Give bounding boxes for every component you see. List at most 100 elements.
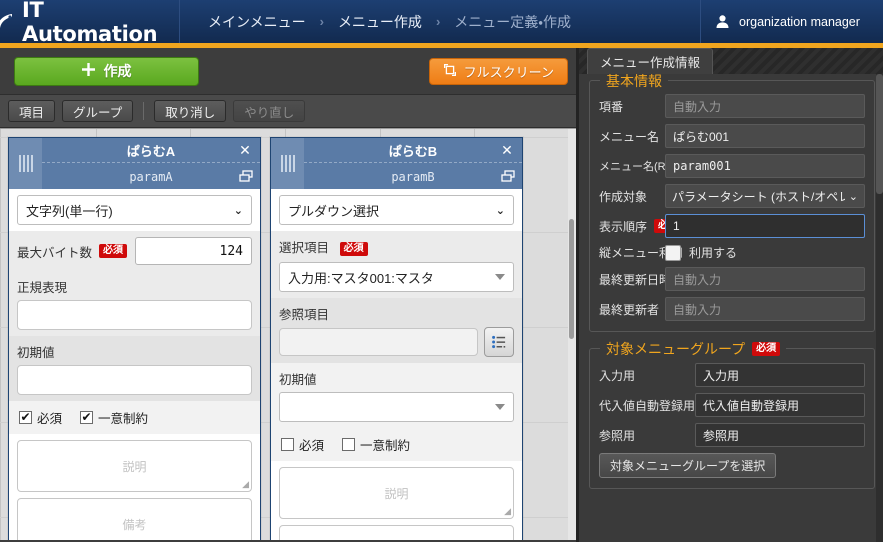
fullscreen-button[interactable]: フルスクリーン: [429, 58, 568, 85]
basic-info-legend: 基本情報: [600, 74, 668, 91]
chevron-right-icon: ›: [436, 14, 440, 29]
choice-select-row: 入力用:マスタ001:マスタ: [271, 259, 522, 298]
user-avatar-icon: [715, 14, 730, 29]
add-item-button[interactable]: 項目: [8, 100, 55, 122]
legend-label: 基本情報: [606, 74, 662, 91]
resize-grip-icon[interactable]: ◢: [504, 506, 511, 517]
workspace-toolbar: 作成 フルスクリーン: [0, 48, 576, 95]
unique-checkbox-label: 一意制約: [98, 408, 148, 427]
create-target-select[interactable]: パラメータシート (ホスト/オペレーションあ ⌄: [665, 184, 865, 208]
type-select[interactable]: 文字列(単一行) ⌄: [17, 195, 252, 225]
card-body: 文字列(単一行) ⌄ 最大バイト数 必須 124 正規表現: [9, 189, 260, 540]
checkbox-box: [281, 438, 294, 451]
close-icon[interactable]: ✕: [237, 142, 253, 158]
maxbyte-input[interactable]: 124: [135, 237, 252, 265]
required-checkbox[interactable]: 必須: [281, 435, 324, 454]
field-row-autoreg-group: 代入値自動登録用 代入値自動登録用: [599, 393, 865, 417]
workspace: 作成 フルスクリーン 項目 グループ 取り消し やり直し: [0, 48, 576, 542]
top-navigation-bar: IT Automation メインメニュー › メニュー作成 › メニュー定義・…: [0, 0, 883, 43]
fullscreen-icon: [443, 63, 457, 80]
field-row-vertical-menu: 縦メニュー利用 利用する: [599, 244, 865, 261]
ref-input[interactable]: [279, 328, 478, 356]
chevron-down-icon: ⌄: [496, 204, 505, 217]
panel-tabbar: メニュー作成情報: [579, 48, 883, 74]
field-label: 項番: [599, 98, 665, 115]
type-select[interactable]: プルダウン選択 ⌄: [279, 195, 514, 225]
param-card-b[interactable]: ぱらむB paramB ✕: [270, 137, 523, 540]
canvas-scrollbar[interactable]: [568, 129, 576, 540]
field-label: メニュー名 必須: [599, 128, 665, 145]
panel-body: 基本情報 項番 自動入力 メニュー名 必須 ぱらむ001 メニュー名(REST): [579, 74, 883, 542]
menu-name-rest-input[interactable]: param001: [665, 154, 865, 178]
unique-checkbox[interactable]: 一意制約: [80, 408, 148, 427]
required-badge: 必須: [752, 342, 780, 356]
description-placeholder: 説明: [122, 458, 146, 475]
komban-input: 自動入力: [665, 94, 865, 118]
field-label: 入力用: [599, 367, 695, 384]
required-checkbox[interactable]: 必須: [19, 408, 62, 427]
param-card-a[interactable]: ぱらむA paramA ✕: [8, 137, 261, 540]
field-row-create-target: 作成対象 パラメータシート (ホスト/オペレーションあ ⌄: [599, 184, 865, 208]
user-name: organization manager: [739, 15, 860, 29]
field-label: 代入値自動登録用: [599, 397, 695, 414]
grid-line: [0, 129, 1, 540]
required-checkbox-label: 必須: [37, 408, 62, 427]
duplicate-icon[interactable]: [238, 168, 254, 184]
note-placeholder: 備考: [122, 516, 146, 533]
field-row-komban: 項番 自動入力: [599, 94, 865, 118]
required-checkbox-label: 必須: [299, 435, 324, 454]
menu-name-input[interactable]: ぱらむ001: [665, 124, 865, 148]
drag-handle-icon[interactable]: [271, 138, 304, 189]
resize-grip-icon[interactable]: ◢: [242, 479, 249, 490]
brand-title: IT Automation: [22, 0, 179, 46]
breadcrumb-item-0[interactable]: メインメニュー: [208, 12, 306, 32]
field-row-input-group: 入力用 入力用: [599, 363, 865, 387]
create-button[interactable]: 作成: [14, 57, 199, 86]
type-select-value: プルダウン選択: [288, 201, 496, 220]
choice-label-row: 選択項目 必須: [271, 231, 522, 259]
last-updater-input: 自動入力: [665, 297, 865, 321]
description-textarea[interactable]: 説明 ◢: [279, 467, 514, 519]
target-group-legend: 対象メニューグループ 必須: [600, 339, 786, 359]
card-title-row: ぱらむB: [304, 138, 522, 163]
maxbyte-row: 最大バイト数 必須 124: [9, 231, 260, 271]
note-textarea[interactable]: [279, 525, 514, 540]
duplicate-icon[interactable]: [500, 168, 516, 184]
tab-menu-creation-info[interactable]: メニュー作成情報: [587, 48, 713, 74]
create-button-label: 作成: [104, 61, 132, 81]
description-placeholder: 説明: [384, 485, 408, 502]
display-order-input[interactable]: 1: [665, 214, 865, 238]
type-select-row: 文字列(単一行) ⌄: [9, 189, 260, 231]
regex-input[interactable]: [17, 300, 252, 330]
ref-label: 参照項目: [279, 308, 329, 322]
target-menu-group-fieldset: 対象メニューグループ 必須 入力用 入力用 代入値自動登録用 代入値自動登録用 …: [589, 348, 875, 489]
card-subtitle-row: paramA: [42, 164, 260, 189]
brand[interactable]: IT Automation: [0, 0, 180, 43]
vertical-menu-checkbox[interactable]: [665, 245, 681, 261]
add-group-button[interactable]: グループ: [62, 100, 133, 122]
field-label: 作成対象: [599, 188, 665, 205]
initial-select-row: [271, 390, 522, 428]
field-row-menu-name-rest: メニュー名(REST) 必須 param001: [599, 154, 865, 178]
initial-select[interactable]: [279, 392, 514, 422]
breadcrumb-item-1[interactable]: メニュー作成: [338, 12, 422, 32]
drag-handle-icon[interactable]: [9, 138, 42, 189]
unique-checkbox[interactable]: 一意制約: [342, 435, 410, 454]
vertical-menu-label: 利用する: [689, 244, 737, 261]
list-picker-icon[interactable]: [484, 327, 514, 357]
constraint-row: 必須 一意制約: [271, 428, 522, 461]
regex-label: 正規表現: [17, 281, 67, 295]
close-icon[interactable]: ✕: [499, 142, 515, 158]
initial-label-row: 初期値: [271, 363, 522, 390]
undo-button[interactable]: 取り消し: [154, 100, 226, 122]
card-subtitle-row: paramB: [304, 164, 522, 189]
panel-scrollbar[interactable]: [876, 74, 883, 542]
note-textarea[interactable]: 備考: [17, 498, 252, 540]
initial-input[interactable]: [17, 365, 252, 395]
user-menu[interactable]: organization manager: [700, 0, 883, 43]
select-target-group-button[interactable]: 対象メニューグループを選択: [599, 453, 776, 478]
description-textarea[interactable]: 説明 ◢: [17, 440, 252, 492]
checkbox-box: [19, 411, 32, 424]
choice-select[interactable]: 入力用:マスタ001:マスタ: [279, 262, 514, 292]
choice-select-value: 入力用:マスタ001:マスタ: [288, 268, 495, 287]
